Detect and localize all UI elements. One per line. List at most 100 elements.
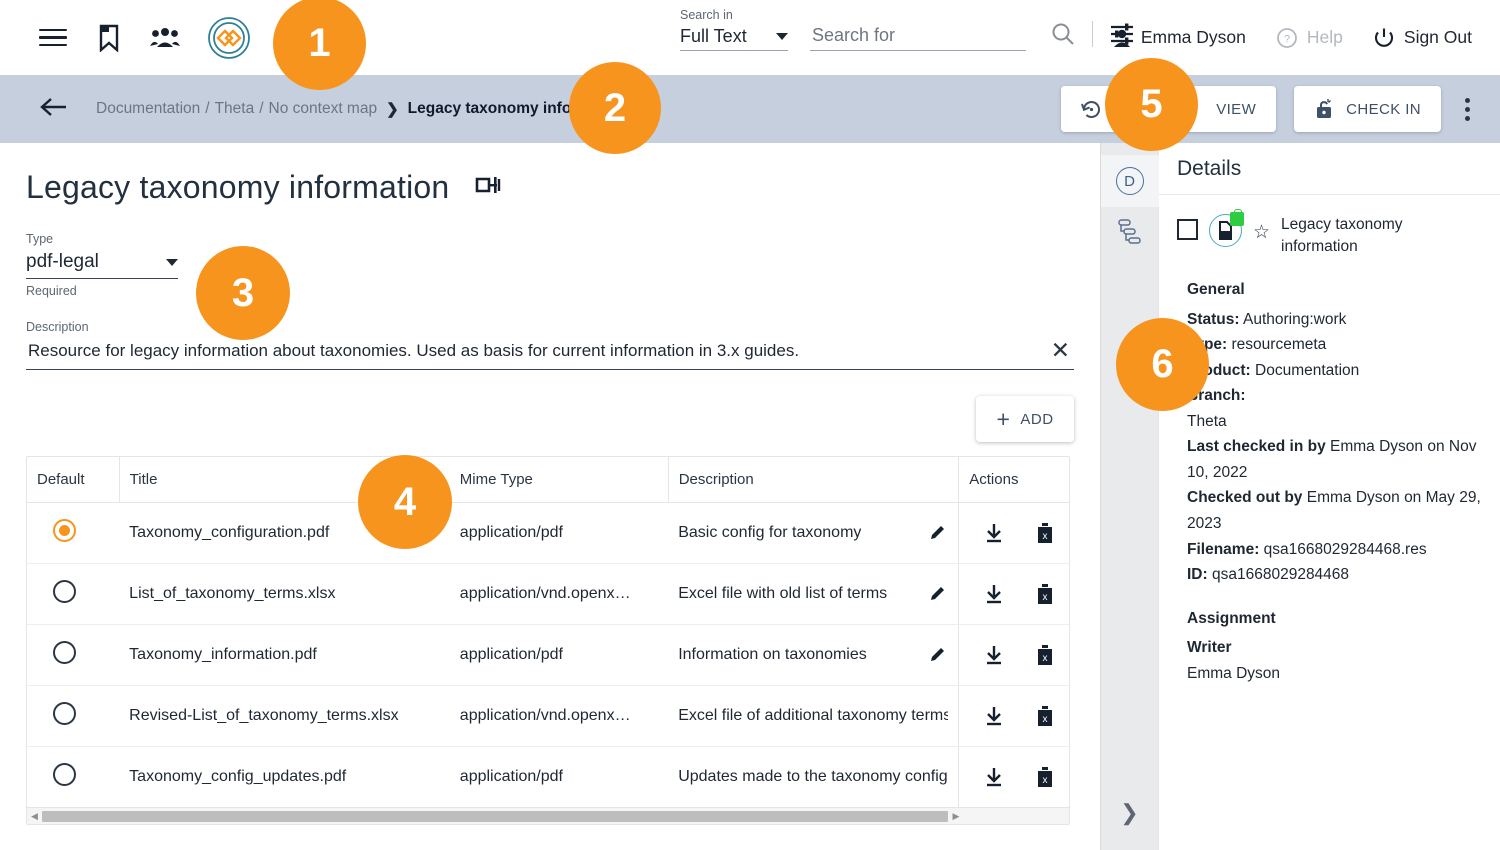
download-icon[interactable] <box>983 583 1005 605</box>
default-radio[interactable] <box>53 580 76 603</box>
search-in-select[interactable]: Search in Full Text <box>680 8 788 51</box>
table-row[interactable]: Taxonomy_information.pdf application/pdf… <box>27 624 1069 686</box>
assignment-heading: Assignment <box>1187 609 1276 627</box>
person-icon <box>1113 29 1130 47</box>
table-row[interactable]: Revised-List_of_taxonomy_terms.xlsx appl… <box>27 685 1069 747</box>
sign-out-button[interactable]: Sign Out <box>1373 27 1472 49</box>
menu-icon[interactable] <box>38 23 68 53</box>
view-button[interactable]: VIEW <box>1196 86 1277 132</box>
column-header-actions: Actions <box>958 457 1069 503</box>
svg-text:x: x <box>1043 714 1048 725</box>
delete-icon[interactable]: x <box>1035 522 1055 545</box>
user-name: Emma Dyson <box>1140 27 1246 47</box>
table-header-row: Default Title Mime Type Description Acti… <box>27 457 1069 503</box>
rail-tab-details[interactable]: D <box>1100 155 1159 207</box>
rail-tab-hierarchy[interactable] <box>1101 207 1159 259</box>
breadcrumb-bar: Documentation / Theta / No context map ❯… <box>0 75 1500 143</box>
default-radio[interactable] <box>53 763 76 786</box>
general-heading: General <box>1187 280 1245 298</box>
details-panel: Details ☆ Legacy taxonomy information Ge… <box>1158 143 1500 850</box>
locked-document-icon <box>1209 209 1244 247</box>
check-in-button[interactable]: CHECK IN <box>1294 86 1441 132</box>
delete-icon[interactable]: x <box>1035 583 1055 606</box>
pencil-icon[interactable] <box>928 523 948 543</box>
description-input[interactable] <box>26 339 1033 362</box>
default-radio[interactable] <box>53 519 76 542</box>
field-id: ID: qsa1668029284468 <box>1187 566 1350 584</box>
table-row[interactable]: Taxonomy_configuration.pdf application/p… <box>27 502 1069 564</box>
breadcrumb-separator: / <box>259 100 264 117</box>
search-in-value: Full Text <box>680 26 747 46</box>
breadcrumb-item-0[interactable]: Documentation <box>96 100 200 118</box>
delete-icon[interactable]: x <box>1035 644 1055 667</box>
clear-description-icon[interactable]: ✕ <box>1051 339 1074 362</box>
assignment-person: Emma Dyson <box>1187 664 1281 682</box>
type-value: pdf-legal <box>26 251 99 272</box>
scroll-left-icon[interactable]: ◀ <box>27 811 42 822</box>
field-checked-out: Checked out by Emma Dyson on May 29, 202… <box>1187 489 1481 532</box>
details-tab-icon: D <box>1115 167 1144 195</box>
cell-description: Excel file of additional taxonomy terms <box>678 707 949 724</box>
resize-rename-icon[interactable] <box>475 173 509 202</box>
bookmark-icon[interactable] <box>94 23 124 53</box>
breadcrumb-separator: / <box>205 100 210 117</box>
details-title: Details <box>1159 143 1500 195</box>
delete-icon[interactable]: x <box>1035 766 1055 789</box>
hierarchy-tree-icon <box>1117 219 1141 244</box>
search-icon[interactable] <box>1048 19 1078 49</box>
help-button[interactable]: ? Help <box>1276 27 1343 49</box>
breadcrumb-item-2[interactable]: No context map <box>269 100 378 118</box>
star-outline-icon[interactable]: ☆ <box>1253 217 1270 248</box>
cell-title: Taxonomy_information.pdf <box>119 624 450 686</box>
cell-mime: application/vnd.openx… <box>449 685 669 747</box>
app-logo-icon[interactable] <box>206 15 252 61</box>
download-icon[interactable] <box>983 522 1005 544</box>
cell-description: Basic config for taxonomy <box>678 524 862 541</box>
svg-text:x: x <box>1043 653 1048 664</box>
add-button[interactable]: + ADD <box>976 396 1074 442</box>
people-icon[interactable] <box>150 23 180 53</box>
delete-icon[interactable]: x <box>1035 705 1055 728</box>
assignment-role: Writer <box>1187 639 1232 657</box>
search-input[interactable] <box>810 24 1026 47</box>
help-label: Help <box>1306 27 1343 47</box>
cell-mime: application/pdf <box>449 502 669 564</box>
search-area: Search in Full Text <box>680 8 1137 51</box>
back-arrow-icon[interactable] <box>40 97 68 122</box>
type-select[interactable]: pdf-legal <box>26 251 178 279</box>
table-horizontal-scrollbar[interactable]: ◀ ▶ <box>27 807 1069 824</box>
table-row[interactable]: List_of_taxonomy_terms.xlsx application/… <box>27 563 1069 625</box>
cell-description: Updates made to the taxonomy config <box>678 768 948 785</box>
breadcrumb: Documentation / Theta / No context map ❯… <box>96 100 628 118</box>
scroll-right-icon[interactable]: ▶ <box>948 811 963 822</box>
pencil-icon[interactable] <box>928 584 948 604</box>
download-icon[interactable] <box>983 644 1005 666</box>
download-icon[interactable] <box>983 766 1005 788</box>
check-in-label: CHECK IN <box>1346 100 1421 118</box>
column-header-description: Description <box>667 457 959 503</box>
chevron-down-icon <box>166 258 178 266</box>
cell-mime: application/pdf <box>459 768 563 785</box>
breadcrumb-item-1[interactable]: Theta <box>215 100 255 118</box>
annotation-badge-6: 6 <box>1116 318 1209 411</box>
search-in-label: Search in <box>680 8 733 22</box>
table-row[interactable]: Taxonomy_config_updates.pdf application/… <box>27 746 1069 807</box>
download-icon[interactable] <box>983 705 1005 727</box>
add-button-row: + ADD <box>26 396 1074 442</box>
more-options-icon[interactable] <box>1459 92 1476 127</box>
resource-checkbox[interactable] <box>1177 219 1198 240</box>
page-title: Legacy taxonomy information <box>26 169 450 205</box>
default-radio[interactable] <box>53 641 76 664</box>
default-radio[interactable] <box>53 702 76 725</box>
table-body: Taxonomy_configuration.pdf application/p… <box>27 502 1069 807</box>
cell-description: Excel file with old list of terms <box>678 585 888 602</box>
scrollbar-thumb[interactable] <box>41 810 949 822</box>
user-profile[interactable]: Emma Dyson <box>1112 27 1246 48</box>
field-status: Status: Authoring:work <box>1187 310 1347 328</box>
pencil-icon[interactable] <box>928 645 948 665</box>
cell-description: Information on taxonomies <box>678 646 867 663</box>
field-branch: Branch: Theta <box>1187 387 1246 430</box>
revert-icon <box>1081 100 1101 118</box>
cell-title: Revised-List_of_taxonomy_terms.xlsx <box>119 685 450 747</box>
expand-panel-icon[interactable]: ❯ <box>1120 800 1138 826</box>
